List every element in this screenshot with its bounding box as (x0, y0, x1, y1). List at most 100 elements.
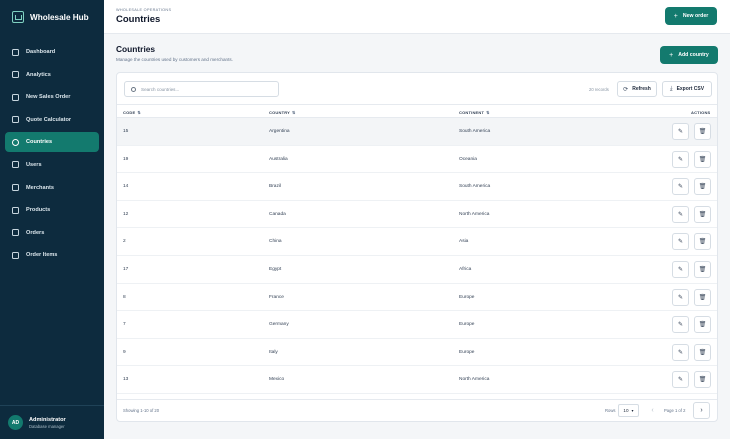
page-title: Countries (116, 14, 161, 25)
sidebar-item-label: Analytics (26, 71, 51, 78)
search-input[interactable] (141, 86, 271, 92)
search-icon (131, 86, 136, 92)
sidebar-item-label: Products (26, 207, 51, 214)
table-row[interactable]: 17 Egypt Africa ✎ 🗑 (117, 256, 717, 284)
cart-icon (12, 93, 19, 101)
cell-code: 15 (123, 129, 129, 134)
cell-country: Germany (269, 322, 289, 328)
user-profile[interactable]: AD Administrator Database manager (0, 405, 104, 439)
edit-icon[interactable]: ✎ (672, 150, 689, 168)
edit-icon[interactable]: ✎ (672, 288, 689, 306)
rows-value: 10 (623, 408, 629, 413)
sort-icon: ⇅ (292, 109, 296, 115)
showing-text: Showing 1-10 of 20 (123, 408, 160, 413)
cell-code: 19 (123, 156, 129, 162)
sidebar-item-analytics[interactable]: Analytics (5, 65, 99, 85)
sidebar-item-users[interactable]: Users (5, 155, 99, 175)
search-box[interactable] (124, 81, 279, 97)
new-order-button[interactable]: + New order (665, 7, 717, 25)
trash-icon[interactable]: 🗑 (694, 343, 711, 361)
sidebar-item-new-sales-order[interactable]: New Sales Order (5, 87, 99, 107)
cell-country: China (269, 239, 282, 245)
sidebar-item-order-items[interactable]: Order Items (5, 245, 99, 265)
trash-icon[interactable]: 🗑 (694, 178, 711, 196)
cell-continent: South America (459, 129, 491, 134)
list-icon (12, 251, 19, 259)
users-icon (12, 161, 19, 169)
table-row[interactable]: 12 Canada North America ✎ 🗑 (117, 201, 717, 229)
trash-icon[interactable]: 🗑 (694, 371, 711, 389)
export-csv-button[interactable]: ⤓ Export CSV (662, 81, 712, 97)
refresh-icon: ⟳ (623, 86, 629, 93)
trash-icon[interactable]: 🗑 (694, 233, 711, 251)
table-row[interactable]: 7 Germany Europe ✎ 🗑 (117, 311, 717, 339)
trash-icon[interactable]: 🗑 (694, 205, 711, 223)
sidebar-item-label: Order Items (26, 252, 58, 259)
refresh-button[interactable]: ⟳ Refresh (617, 81, 657, 97)
table-row[interactable]: 14 Brazil South America ✎ 🗑 (117, 173, 717, 201)
brand[interactable]: Wholesale Hub (0, 0, 104, 34)
sidebar-item-products[interactable]: Products (5, 200, 99, 220)
trash-icon[interactable]: 🗑 (694, 123, 711, 140)
cell-country: Mexico (269, 377, 285, 383)
cell-country: Australia (269, 156, 288, 162)
edit-icon[interactable]: ✎ (672, 371, 689, 389)
edit-icon[interactable]: ✎ (672, 343, 689, 361)
table-header: CODE ⇅ COUNTRY ⇅ CONTINENT ⇅ ACTIONS (117, 104, 717, 118)
column-header-country[interactable]: COUNTRY ⇅ (269, 110, 296, 115)
column-header-continent[interactable]: CONTINENT ⇅ (459, 110, 490, 115)
table-row[interactable]: 15 Argentina South America ✎ 🗑 (117, 118, 717, 146)
edit-icon[interactable]: ✎ (672, 233, 689, 251)
cell-code: 9 (123, 349, 126, 355)
table-row[interactable]: 8 France Europe ✎ 🗑 (117, 284, 717, 312)
edit-icon[interactable]: ✎ (672, 260, 689, 278)
table-row[interactable]: 9 Italy Europe ✎ 🗑 (117, 339, 717, 367)
column-header-code[interactable]: CODE ⇅ (123, 110, 141, 115)
edit-icon[interactable]: ✎ (672, 178, 689, 196)
record-count: 20 records (589, 87, 609, 92)
add-country-button[interactable]: + Add country (660, 46, 718, 64)
store-icon (12, 184, 19, 192)
chevron-right-icon[interactable]: › (693, 402, 710, 419)
cell-continent: North America (459, 211, 490, 217)
trash-icon[interactable]: 🗑 (694, 150, 711, 168)
sidebar-item-label: Users (26, 161, 42, 168)
edit-icon[interactable]: ✎ (672, 205, 689, 223)
edit-icon[interactable]: ✎ (672, 123, 689, 140)
trash-icon[interactable]: 🗑 (694, 260, 711, 278)
rows-label: Rows (605, 408, 616, 413)
breadcrumb: WHOLESALE OPERATIONS (116, 8, 172, 12)
cell-code: 7 (123, 322, 126, 328)
sidebar-item-label: Countries (26, 139, 53, 146)
add-country-label: Add country (678, 52, 709, 58)
chevron-down-icon: ▾ (631, 408, 634, 413)
rows-per-page-select[interactable]: 10 ▾ (618, 404, 639, 417)
sidebar-item-merchants[interactable]: Merchants (5, 178, 99, 198)
sidebar-item-dashboard[interactable]: Dashboard (5, 42, 99, 62)
refresh-label: Refresh (632, 86, 651, 92)
trash-icon[interactable]: 🗑 (694, 316, 711, 334)
trash-icon[interactable]: 🗑 (694, 288, 711, 306)
table-row[interactable]: 2 China Asia ✎ 🗑 (117, 228, 717, 256)
edit-icon[interactable]: ✎ (672, 316, 689, 334)
cell-continent: Africa (459, 266, 472, 272)
sidebar-item-orders[interactable]: Orders (5, 223, 99, 243)
chevron-left-icon[interactable]: ‹ (646, 404, 659, 417)
user-role: Database manager (29, 423, 65, 429)
table-row[interactable]: 19 Australia Oceania ✎ 🗑 (117, 146, 717, 174)
cell-code: 2 (123, 239, 126, 245)
sidebar-item-quote-calculator[interactable]: Quote Calculator (5, 110, 99, 130)
cell-code: 8 (123, 294, 126, 300)
sort-icon: ⇅ (137, 109, 141, 115)
sidebar-item-countries[interactable]: Countries (5, 132, 99, 153)
sidebar-item-label: Dashboard (26, 49, 56, 55)
cell-code: 12 (123, 211, 129, 217)
new-order-label: New order (682, 13, 709, 19)
table-row[interactable]: 13 Mexico North America ✎ 🗑 (117, 366, 717, 394)
dashboard-icon (12, 48, 19, 56)
cell-code: 17 (123, 266, 129, 272)
cell-continent: South America (459, 184, 491, 190)
sidebar-item-label: New Sales Order (26, 94, 71, 101)
table-footer: Showing 1-10 of 20 Rows 10 ▾ ‹ Page 1 of… (117, 399, 717, 421)
cell-country: Canada (269, 211, 286, 217)
